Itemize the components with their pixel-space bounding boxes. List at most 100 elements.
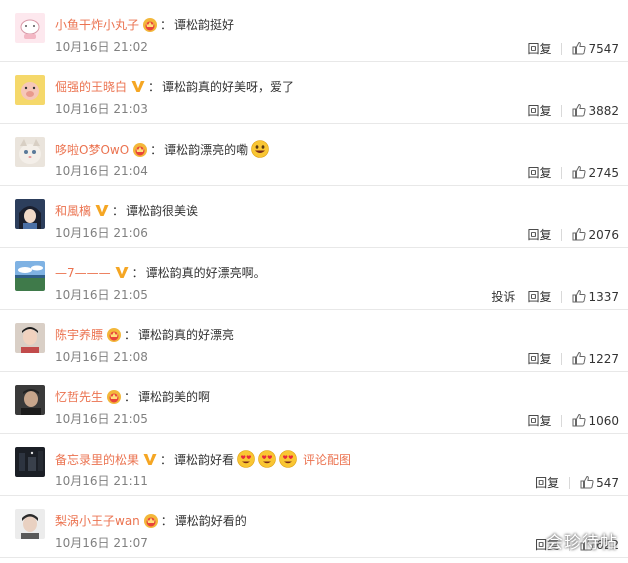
colon: ：	[160, 453, 173, 467]
comment-actions: 回复 1227	[527, 351, 619, 366]
like-button[interactable]: 7547	[572, 41, 619, 56]
like-count: 2076	[588, 228, 619, 242]
thumbs-up-icon	[572, 103, 588, 118]
crown-badge-icon[interactable]	[107, 328, 122, 342]
reply-button[interactable]: 回复	[527, 104, 551, 118]
verified-v-icon[interactable]	[115, 266, 129, 279]
comment-actions: 回复 3882	[527, 103, 619, 118]
heart-eyes-emoji	[237, 450, 255, 468]
comment-time: 10月16日 21:11	[55, 474, 148, 488]
report-button[interactable]: 投诉	[491, 290, 515, 304]
comment-line: 陈宇养膘 ：谭松韵真的好漂亮	[55, 326, 234, 344]
username-link[interactable]: 哆啦O梦OwO	[55, 143, 129, 157]
reply-button[interactable]: 回复	[527, 414, 551, 428]
heart-eyes-emoji	[258, 450, 276, 468]
comment-line: 和風樆 ：谭松韵很美诶	[55, 202, 198, 220]
username-link[interactable]: 和風樆	[55, 204, 91, 218]
username-link[interactable]: 忆哲先生	[55, 390, 103, 404]
action-divider	[569, 477, 571, 489]
like-button[interactable]: 1337	[572, 289, 619, 304]
comment-row: 倔强的王晓白 ：谭松韵真的好美呀，爱了 10月16日 21:03 回复 3882	[0, 62, 628, 124]
like-button[interactable]: 1227	[572, 351, 619, 366]
crown-badge-icon[interactable]	[133, 143, 148, 157]
comment-actions: 回复 7547	[527, 41, 619, 56]
comment-image-link[interactable]: 评论配图	[303, 453, 351, 467]
reply-button[interactable]: 回复	[527, 290, 551, 304]
like-count: 1060	[588, 414, 619, 428]
comment-row: 备忘录里的松果 ：谭松韵好看 评论配图 10月16日 21:11 回复 547	[0, 434, 628, 496]
reply-button[interactable]: 回复	[527, 228, 551, 242]
comment-actions: 回复 1060	[527, 413, 619, 428]
action-divider	[561, 291, 563, 303]
thumbs-up-icon	[572, 41, 588, 56]
colon: ：	[112, 204, 125, 218]
comment-text: 谭松韵很美诶	[126, 204, 199, 218]
comment-actions: 投诉 回复 1337	[491, 289, 619, 304]
avatar[interactable]	[15, 199, 45, 229]
colon: ：	[148, 80, 161, 94]
avatar[interactable]	[15, 447, 45, 477]
comment-actions: 回复 547	[535, 475, 619, 490]
comment-text: 谭松韵漂亮的嘞	[164, 143, 249, 157]
action-divider	[561, 415, 563, 427]
thumbs-up-icon	[572, 227, 588, 242]
username-link[interactable]: 梨涡小王子wan	[55, 514, 140, 528]
like-count: 2745	[588, 166, 619, 180]
avatar[interactable]	[15, 13, 45, 43]
comment-text: 谭松韵真的好美呀，爱了	[162, 80, 295, 94]
comment-row: 和風樆 ：谭松韵很美诶 10月16日 21:06 回复 2076	[0, 186, 628, 248]
avatar[interactable]	[15, 137, 45, 167]
crown-badge-icon[interactable]	[143, 514, 158, 528]
comment-actions: 回复 2745	[527, 165, 619, 180]
colon: ：	[160, 514, 173, 528]
crown-badge-icon[interactable]	[143, 18, 158, 32]
action-divider	[561, 353, 563, 365]
avatar[interactable]	[15, 261, 45, 291]
avatar[interactable]	[15, 75, 45, 105]
colon: ：	[150, 143, 163, 157]
avatar[interactable]	[15, 323, 45, 353]
comment-line: 倔强的王晓白 ：谭松韵真的好美呀，爱了	[55, 78, 294, 96]
grin-emoji	[251, 140, 269, 158]
thumbs-up-icon	[572, 289, 588, 304]
action-divider	[561, 43, 563, 55]
comment-row: 小鱼干炸小丸子 ：谭松韵挺好 10月16日 21:02 回复 7547	[0, 0, 628, 62]
thumbs-up-icon	[572, 351, 588, 366]
comment-time: 10月16日 21:05	[55, 412, 148, 426]
comment-line: 忆哲先生 ：谭松韵美的啊	[55, 388, 210, 406]
like-button[interactable]: 2076	[572, 227, 619, 242]
comment-time: 10月16日 21:06	[55, 226, 148, 240]
reply-button[interactable]: 回复	[527, 166, 551, 180]
username-link[interactable]: 陈宇养膘	[55, 328, 103, 342]
verified-v-icon[interactable]	[131, 80, 145, 93]
crown-badge-icon[interactable]	[107, 390, 122, 404]
avatar[interactable]	[15, 385, 45, 415]
comment-text: 谭松韵好看	[174, 453, 235, 467]
thumbs-up-icon	[572, 413, 588, 428]
comment-time: 10月16日 21:04	[55, 164, 148, 178]
colon: ：	[124, 390, 137, 404]
comment-time: 10月16日 21:08	[55, 350, 148, 364]
watermark: 会珍待帖	[546, 533, 618, 553]
reply-button[interactable]: 回复	[527, 42, 551, 56]
comment-row: 梨涡小王子wan：谭松韵好看的 10月16日 21:07 回复 622	[0, 496, 628, 558]
like-button[interactable]: 547	[580, 475, 619, 490]
colon: ：	[131, 266, 144, 280]
username-link[interactable]: —7———	[55, 266, 111, 280]
verified-v-icon[interactable]	[143, 453, 157, 466]
comment-time: 10月16日 21:07	[55, 536, 148, 550]
like-button[interactable]: 3882	[572, 103, 619, 118]
reply-button[interactable]: 回复	[535, 476, 559, 490]
colon: ：	[160, 18, 173, 32]
like-button[interactable]: 2745	[572, 165, 619, 180]
avatar[interactable]	[15, 509, 45, 539]
comment-line: 哆啦O梦OwO ：谭松韵漂亮的嘞	[55, 140, 269, 158]
like-button[interactable]: 1060	[572, 413, 619, 428]
username-link[interactable]: 倔强的王晓白	[55, 80, 127, 94]
like-count: 3882	[588, 104, 619, 118]
username-link[interactable]: 备忘录里的松果	[55, 453, 139, 467]
heart-eyes-emoji	[279, 450, 297, 468]
verified-v-icon[interactable]	[95, 204, 109, 217]
reply-button[interactable]: 回复	[527, 352, 551, 366]
username-link[interactable]: 小鱼干炸小丸子	[55, 18, 139, 32]
